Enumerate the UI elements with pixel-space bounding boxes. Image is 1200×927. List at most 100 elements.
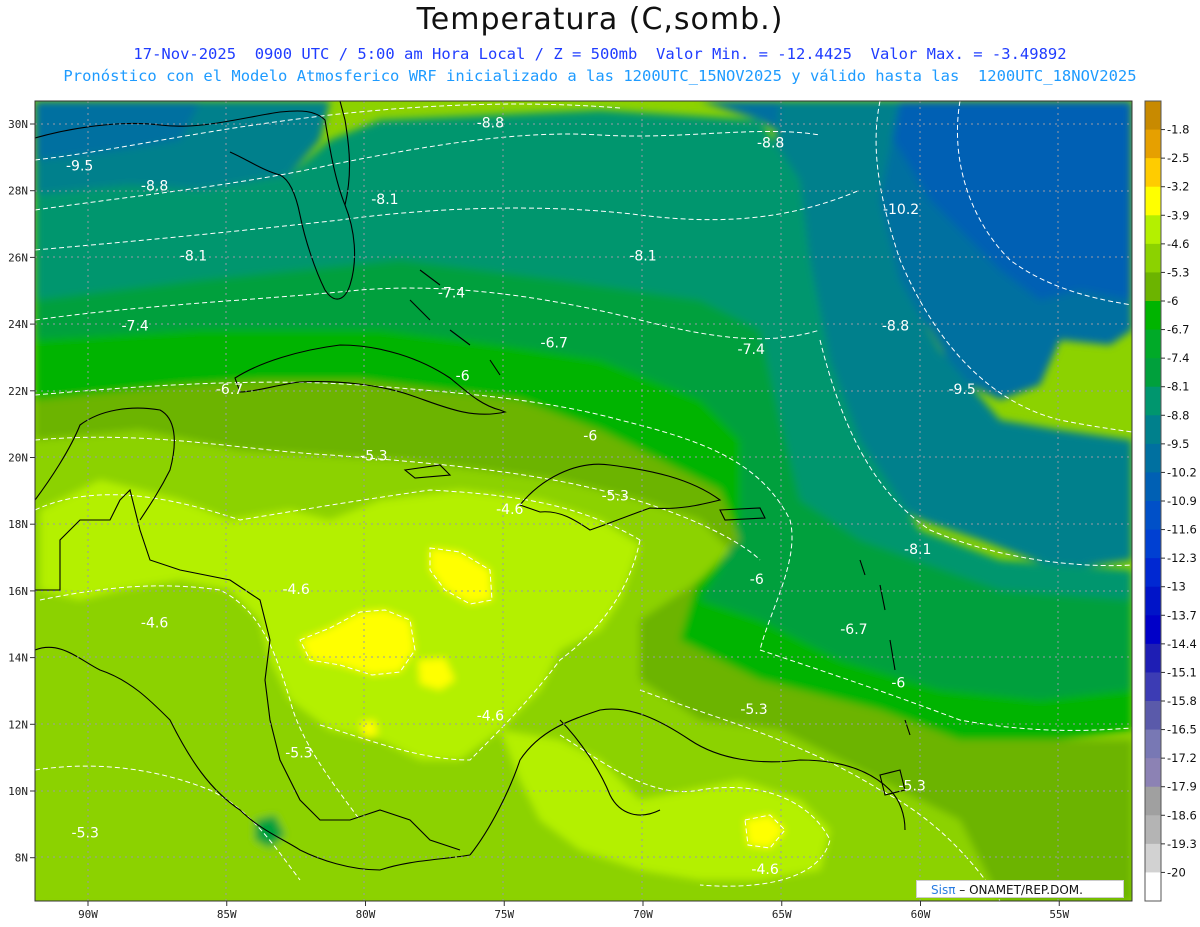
colorbar-segment bbox=[1145, 215, 1161, 245]
lon-tick-label: 55W bbox=[1049, 908, 1069, 921]
colorbar-segment bbox=[1145, 586, 1161, 616]
contour-value-label: -9.5 bbox=[66, 159, 93, 175]
colorbar-segment bbox=[1145, 386, 1161, 416]
contour-value-label: -7.4 bbox=[738, 342, 765, 358]
contour-value-label: -6 bbox=[750, 572, 764, 588]
colorbar-segment bbox=[1145, 129, 1161, 159]
lat-tick-label: 22N bbox=[8, 385, 28, 398]
colorbar-level-label: -4.6 bbox=[1167, 237, 1189, 251]
colorbar-level-label: -8.8 bbox=[1167, 408, 1189, 422]
colorbar-segment bbox=[1145, 358, 1161, 388]
colorbar-level-label: -15.8 bbox=[1167, 694, 1197, 708]
colorbar-level-label: -9.5 bbox=[1167, 437, 1189, 451]
contour-value-label: -8.1 bbox=[371, 192, 398, 208]
contour-value-label: -8.8 bbox=[141, 179, 168, 195]
contour-value-label: -8.8 bbox=[757, 135, 784, 151]
colorbar-level-label: -20 bbox=[1167, 865, 1186, 879]
colorbar-level-label: -2.5 bbox=[1167, 151, 1189, 165]
lon-tick-label: 70W bbox=[633, 908, 653, 921]
colorbar-level-label: -16.5 bbox=[1167, 723, 1197, 737]
lat-tick-label: 20N bbox=[8, 452, 28, 465]
latitude-axis: 30N 28N 26N 24N 22N 20N 18N 16N 14N 12N 10N 8N bbox=[8, 118, 35, 865]
colorbar-level-label: -13 bbox=[1167, 580, 1186, 594]
colorbar-segment bbox=[1145, 843, 1161, 873]
contour-value-label: -5.3 bbox=[72, 825, 99, 841]
colorbar-level-label: -17.2 bbox=[1167, 751, 1197, 765]
lat-tick-label: 18N bbox=[8, 518, 28, 531]
longitude-axis: 90W 85W 80W 75W 70W 65W 60W 55W bbox=[78, 901, 1070, 921]
temperature-shading bbox=[35, 101, 1132, 901]
colorbar-level-label: -14.4 bbox=[1167, 637, 1197, 651]
colorbar-segment bbox=[1145, 186, 1161, 216]
colorbar-level-label: -3.2 bbox=[1167, 180, 1189, 194]
credit-box: Sisπ – ONAMET/REP.DOM. bbox=[916, 880, 1124, 898]
contour-value-label: -4.6 bbox=[141, 615, 168, 631]
colorbar-level-label: -5.3 bbox=[1167, 265, 1189, 279]
colorbar-segment bbox=[1145, 558, 1161, 588]
contour-value-label: -10.2 bbox=[883, 202, 919, 218]
temperature-map: -8.8 -8.8 -9.5 -8.8 -8.1 -10.2 -8.1 -8.1 -7.4 -7.… bbox=[8, 100, 1197, 921]
colorbar-level-label: -6 bbox=[1167, 294, 1178, 308]
lat-tick-label: 28N bbox=[8, 185, 28, 198]
colorbar-level-label: -15.1 bbox=[1167, 665, 1197, 679]
contour-value-label: -8.1 bbox=[629, 249, 656, 265]
contour-value-label: -8.1 bbox=[904, 542, 931, 558]
colorbar-segment bbox=[1145, 872, 1161, 902]
colorbar-segment bbox=[1145, 243, 1161, 273]
lat-tick-label: 10N bbox=[8, 785, 28, 798]
contour-value-label: -7.4 bbox=[438, 285, 465, 301]
colorbar-level-label: -19.3 bbox=[1167, 837, 1197, 851]
colorbar-segment bbox=[1145, 672, 1161, 702]
contour-value-label: -4.6 bbox=[282, 582, 309, 598]
colorbar-segment bbox=[1145, 501, 1161, 531]
lat-tick-label: 8N bbox=[15, 852, 28, 865]
colorbar-level-label: -12.3 bbox=[1167, 551, 1197, 565]
colorbar-segment bbox=[1145, 415, 1161, 445]
colorbar-segment bbox=[1145, 529, 1161, 559]
lon-tick-label: 85W bbox=[217, 908, 237, 921]
colorbar-level-label: -3.9 bbox=[1167, 208, 1189, 222]
contour-value-label: -6 bbox=[891, 675, 905, 691]
colorbar-segment bbox=[1145, 615, 1161, 645]
contour-value-label: -5.3 bbox=[899, 779, 926, 795]
contour-value-label: -6 bbox=[583, 429, 597, 445]
colorbar-segment bbox=[1145, 472, 1161, 502]
map-plot-area: -8.8 -8.8 -9.5 -8.8 -8.1 -10.2 -8.1 -8.1 -7.4 -7.… bbox=[35, 101, 1132, 901]
contour-value-label: -9.5 bbox=[948, 382, 975, 398]
lat-tick-label: 26N bbox=[8, 251, 28, 264]
contour-value-label: -8.1 bbox=[180, 249, 207, 265]
lon-tick-label: 65W bbox=[772, 908, 792, 921]
contour-value-label: -6.7 bbox=[541, 335, 568, 351]
contour-value-label: -5.3 bbox=[740, 702, 767, 718]
sispi-logo: Sisπ bbox=[931, 883, 956, 897]
colorbar-segment bbox=[1145, 158, 1161, 188]
contour-value-label: -8.8 bbox=[882, 319, 909, 335]
contour-value-label: -4.6 bbox=[496, 502, 523, 518]
lat-tick-label: 24N bbox=[8, 318, 28, 331]
lat-tick-label: 16N bbox=[8, 585, 28, 598]
colorbar: -1.8 -2.5 -3.2 -3.9 -4.6 -5.3 -6 -6.7 -7.4 -8.1 -8… bbox=[1144, 100, 1197, 902]
colorbar-level-label: -7.4 bbox=[1167, 351, 1189, 365]
colorbar-segment bbox=[1145, 329, 1161, 359]
colorbar-level-label: -17.9 bbox=[1167, 780, 1197, 794]
lat-tick-label: 12N bbox=[8, 718, 28, 731]
contour-value-label: -6 bbox=[456, 369, 470, 385]
colorbar-segment bbox=[1145, 643, 1161, 673]
contour-value-label: -6.7 bbox=[840, 622, 867, 638]
colorbar-level-label: -10.2 bbox=[1167, 465, 1197, 479]
lat-tick-label: 30N bbox=[8, 118, 28, 131]
credit-text: – ONAMET/REP.DOM. bbox=[955, 883, 1083, 897]
contour-value-label: -5.3 bbox=[360, 449, 387, 465]
contour-value-label: -7.4 bbox=[122, 319, 149, 335]
lon-tick-label: 75W bbox=[494, 908, 514, 921]
colorbar-level-label: -11.6 bbox=[1167, 523, 1197, 537]
colorbar-level-label: -6.7 bbox=[1167, 323, 1189, 337]
colorbar-segment bbox=[1145, 701, 1161, 731]
colorbar-level-label: -8.1 bbox=[1167, 380, 1189, 394]
colorbar-segment bbox=[1145, 758, 1161, 788]
colorbar-segment bbox=[1145, 786, 1161, 816]
colorbar-level-label: -13.7 bbox=[1167, 608, 1197, 622]
colorbar-level-label: -18.6 bbox=[1167, 808, 1197, 822]
colorbar-segment bbox=[1145, 301, 1161, 331]
lat-tick-label: 14N bbox=[8, 652, 28, 665]
